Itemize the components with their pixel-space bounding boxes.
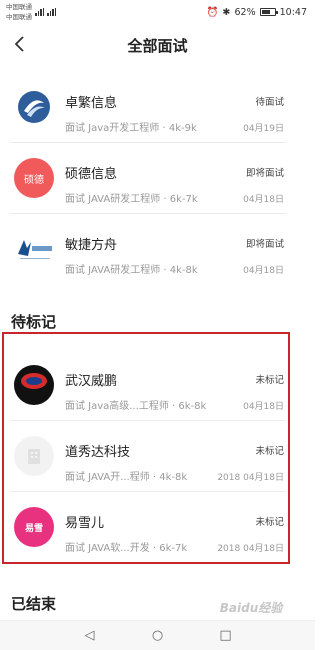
interview-info: 面试 JAVA研发工程师 · 4k-8k xyxy=(65,265,198,276)
alarm-icon: ⏰ xyxy=(206,6,219,18)
battery-percent: 62% xyxy=(234,6,256,18)
nav-recent-button[interactable]: □ xyxy=(216,626,236,646)
status-badge: 即将面试 xyxy=(245,168,284,179)
screen: 中国联通 中国联通 ⏰ ✱ 62% 10:47 全部面试 卓繁信息 面试 Jav… xyxy=(0,0,315,650)
company-logo: 硕德 xyxy=(14,158,54,198)
logo-text: 硕德 xyxy=(24,174,44,186)
highlight-annotation xyxy=(2,332,290,564)
zhuofan-logo-icon xyxy=(18,91,50,123)
system-nav-bar: ◁ ○ □ xyxy=(0,620,315,650)
company-logo xyxy=(14,87,54,127)
page-title: 全部面试 xyxy=(127,36,188,55)
status-badge: 即将面试 xyxy=(245,239,284,250)
battery-icon xyxy=(259,8,278,16)
signal-icon xyxy=(35,8,44,16)
minjie-logo-icon xyxy=(18,240,52,259)
watermark: Baidu经验 xyxy=(219,600,283,615)
company-name: 硕德信息 xyxy=(65,167,118,182)
interview-info: 面试 Java开发工程师 · 4k-9k xyxy=(65,123,197,134)
status-right: ⏰ ✱ 62% 10:47 xyxy=(207,7,307,18)
list-item[interactable]: 硕德 硕德信息 面试 JAVA研发工程师 · 6k-7k 即将面试 04月18日 xyxy=(10,143,286,214)
chevron-left-icon xyxy=(14,36,24,52)
status-badge: 待面试 xyxy=(255,97,284,108)
company-name: 敏捷方舟 xyxy=(65,238,118,253)
triangle-back-icon: ◁ xyxy=(84,628,95,643)
back-button[interactable] xyxy=(6,30,34,58)
status-bar: 中国联通 中国联通 ⏰ ✱ 62% 10:47 xyxy=(0,0,315,24)
interview-date: 04月18日 xyxy=(243,195,284,205)
list-item[interactable]: 卓繁信息 面试 Java开发工程师 · 4k-9k 待面试 04月19日 xyxy=(10,72,286,143)
carrier-info: 中国联通 中国联通 xyxy=(6,2,56,22)
company-logo xyxy=(14,229,54,269)
interview-info: 面试 JAVA研发工程师 · 6k-7k xyxy=(65,194,198,205)
square-recent-icon: □ xyxy=(219,628,232,643)
list-item[interactable]: 敏捷方舟 面试 JAVA研发工程师 · 4k-8k 即将面试 04月18日 xyxy=(10,214,286,285)
company-name: 卓繁信息 xyxy=(65,96,118,111)
carrier-1: 中国联通 xyxy=(6,3,32,11)
circle-home-icon: ○ xyxy=(151,628,164,643)
section-title-pending: 待标记 xyxy=(11,313,57,331)
clock: 10:47 xyxy=(279,6,307,18)
section-title-ended: 已结束 xyxy=(11,595,57,613)
header: 全部面试 xyxy=(0,24,315,66)
upcoming-list: 卓繁信息 面试 Java开发工程师 · 4k-9k 待面试 04月19日 硕德 … xyxy=(10,72,286,285)
interview-date: 04月18日 xyxy=(243,266,284,276)
nav-back-button[interactable]: ◁ xyxy=(80,626,100,646)
nav-home-button[interactable]: ○ xyxy=(148,626,168,646)
signal-icon-2 xyxy=(47,8,56,16)
bluetooth-icon: ✱ xyxy=(222,6,231,18)
carrier-2: 中国联通 xyxy=(6,13,32,21)
interview-date: 04月19日 xyxy=(243,124,284,134)
